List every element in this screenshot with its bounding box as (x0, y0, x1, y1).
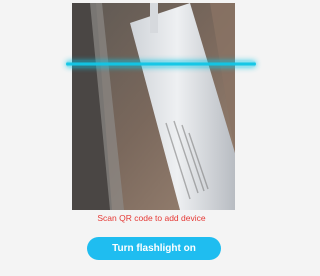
camera-feed-image (72, 3, 235, 210)
scan-line (66, 61, 256, 67)
flashlight-button[interactable]: Turn flashlight on (87, 237, 221, 260)
camera-preview (72, 3, 235, 210)
scanner-screen: Scan QR code to add device Turn flashlig… (0, 0, 303, 276)
scan-hint: Scan QR code to add device (97, 213, 206, 223)
